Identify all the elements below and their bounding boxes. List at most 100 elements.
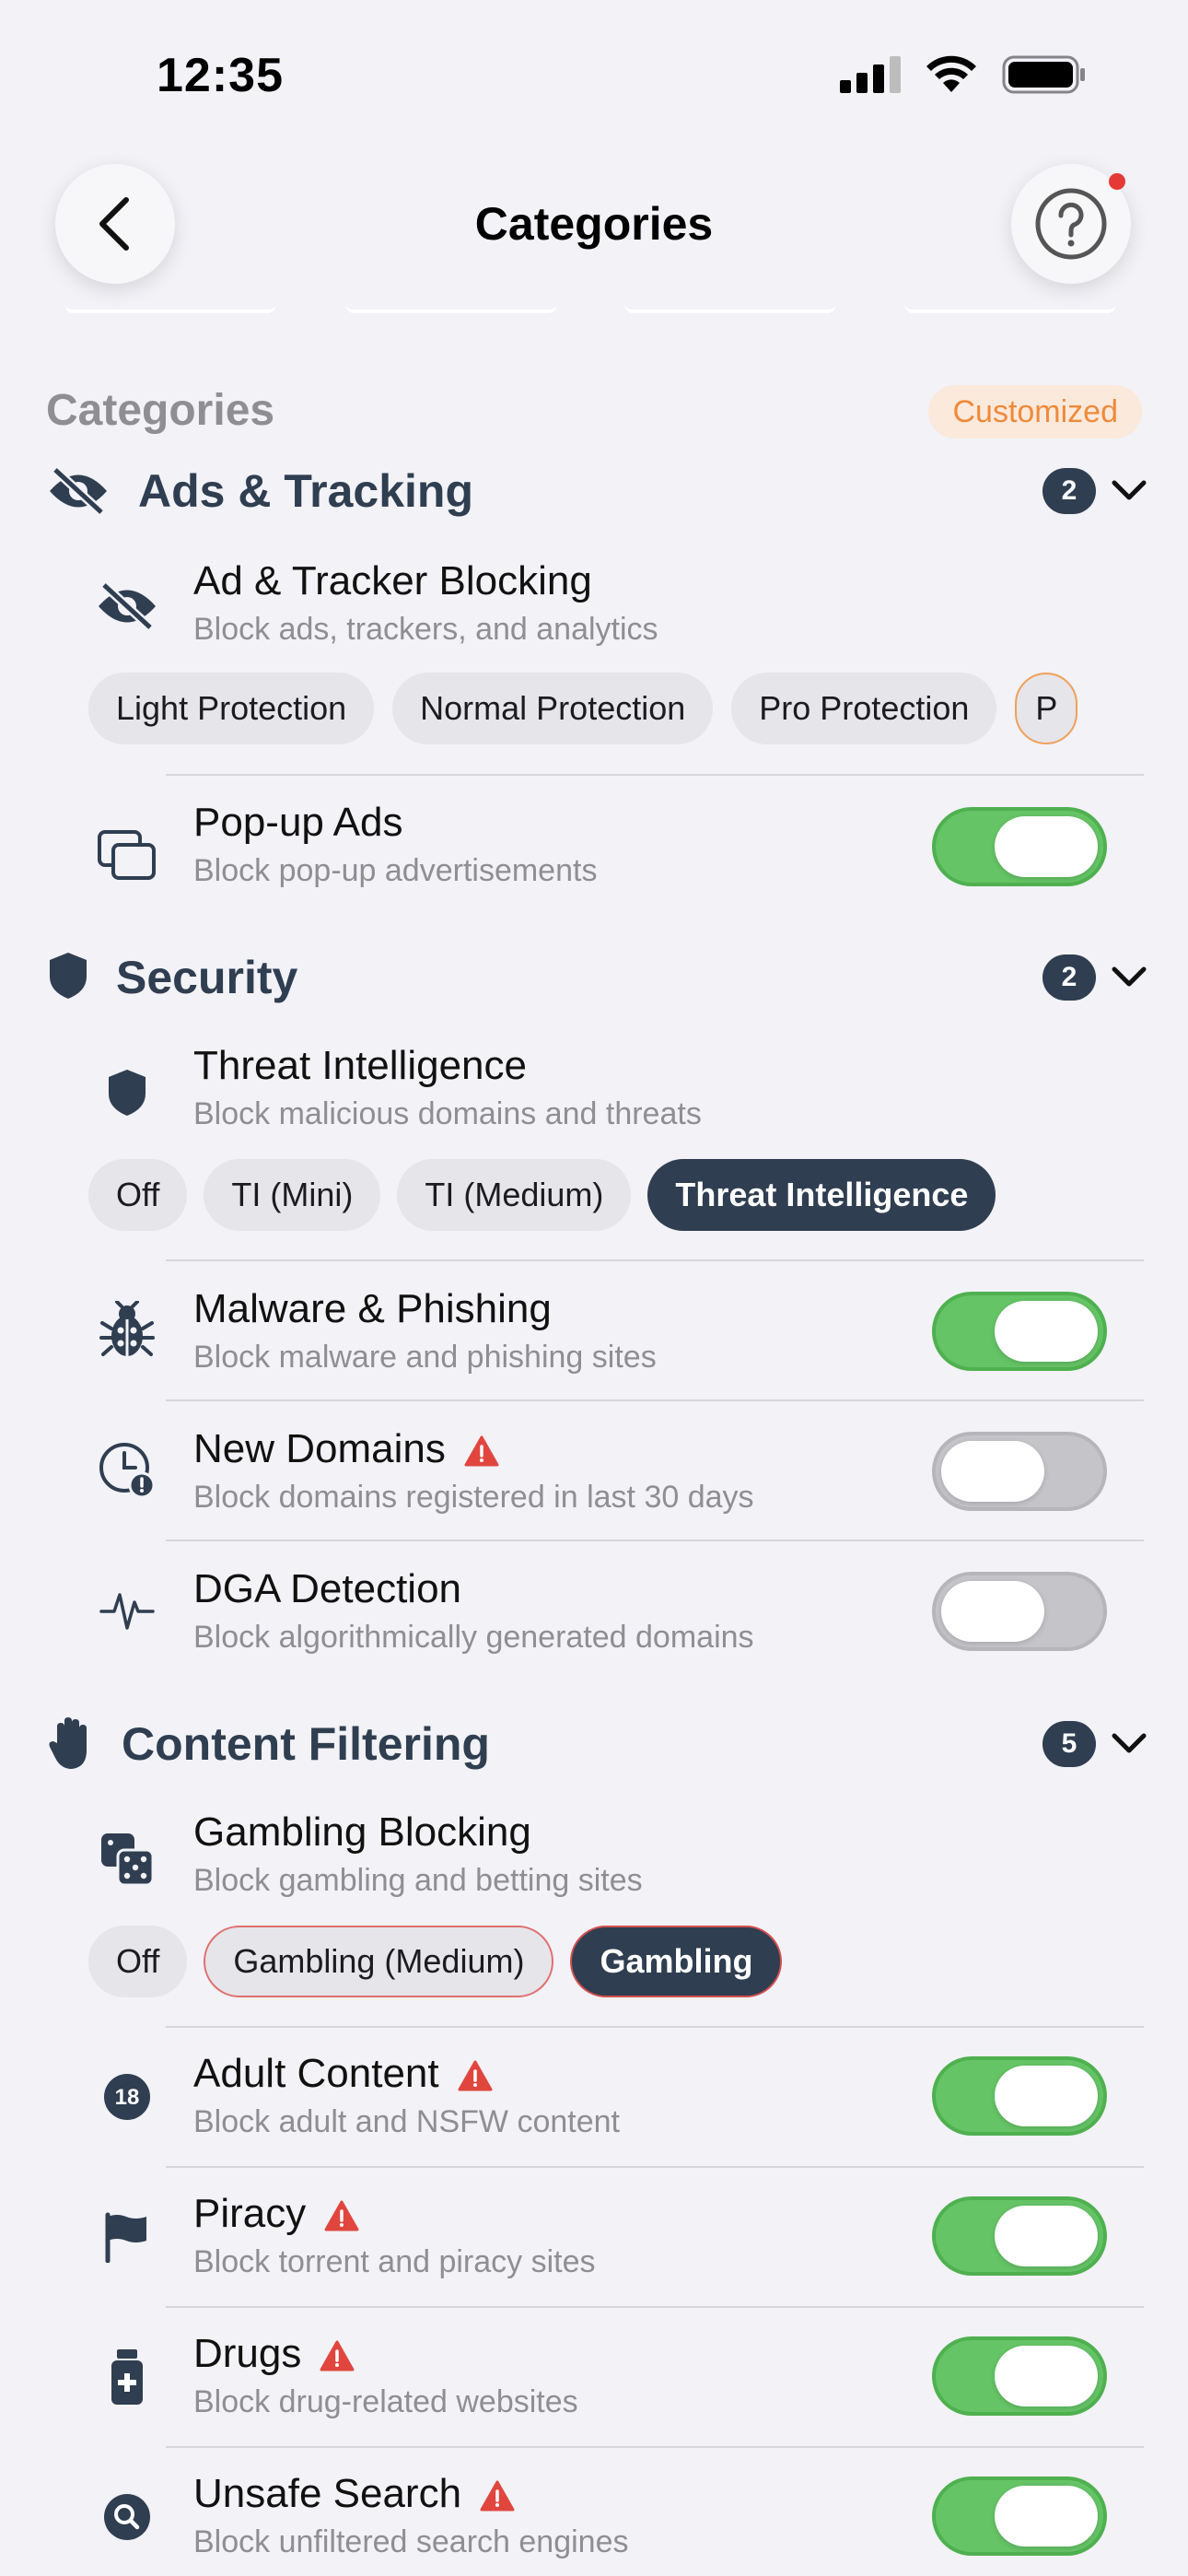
help-button[interactable] [1011, 164, 1131, 284]
item-name: Unsafe Search [193, 2471, 515, 2517]
item-name: Gambling Blocking [193, 1809, 531, 1855]
section-security[interactable]: Security 2 [0, 940, 1188, 1015]
signal-icon [840, 56, 901, 93]
chevron-down-icon[interactable] [1111, 472, 1147, 509]
item-name: New Domains [193, 1426, 499, 1472]
malware-phishing-row: Malware & Phishing Block malware and phi… [0, 1271, 1188, 1410]
divider [166, 2306, 1144, 2308]
item-name: Threat Intelligence [193, 1043, 527, 1088]
flag-icon [105, 2212, 146, 2263]
divider [166, 2026, 1144, 2028]
search-icon [104, 2494, 150, 2540]
customized-badge: Customized [928, 385, 1142, 439]
waveform-icon [99, 1593, 155, 1630]
status-bar: 12:35 [0, 0, 1188, 157]
item-name: Malware & Phishing [193, 1286, 552, 1331]
drugs-toggle[interactable] [932, 2336, 1107, 2416]
section-title: Content Filtering [122, 1718, 490, 1770]
shield-icon [50, 953, 87, 999]
warning-icon [480, 2480, 515, 2512]
drugs-row: Drugs Block drug-related websites [0, 2318, 1188, 2456]
dice-icon [101, 1833, 155, 1887]
chip-ti-medium[interactable]: TI (Medium) [397, 1159, 632, 1231]
bug-icon [99, 1301, 155, 1356]
adult-content-toggle[interactable] [932, 2056, 1107, 2136]
chip-normal-protection[interactable]: Normal Protection [392, 673, 714, 744]
item-description: Block unfiltered search engines [193, 2524, 629, 2559]
chip-light-protection[interactable]: Light Protection [88, 673, 375, 744]
item-name: DGA Detection [193, 1566, 462, 1611]
chip-threat-intelligence[interactable]: Threat Intelligence [647, 1159, 996, 1231]
divider [166, 774, 1144, 776]
divider [166, 2166, 1144, 2168]
threat-intelligence-row: Threat Intelligence Block malicious doma… [0, 1037, 1188, 1148]
item-description: Block ads, trackers, and analytics [193, 612, 658, 647]
hand-raised-icon [49, 1717, 87, 1769]
section-title: Security [116, 952, 298, 1003]
chip-ti-mini[interactable]: TI (Mini) [204, 1159, 381, 1231]
warning-icon [324, 2200, 359, 2231]
windows-stack-icon [98, 830, 156, 880]
malware-phishing-toggle[interactable] [932, 1292, 1107, 1371]
eye-slash-icon [99, 581, 156, 631]
item-description: Block drug-related websites [193, 2384, 578, 2419]
section-ads-tracking[interactable]: Ads & Tracking 2 [0, 453, 1188, 529]
divider [166, 1540, 1144, 1541]
battery-icon [1002, 55, 1085, 94]
chip-off[interactable]: Off [88, 1159, 188, 1231]
wifi-icon [926, 55, 976, 92]
adult-content-row: 18 Adult Content Block adult and NSFW co… [0, 2038, 1188, 2176]
item-description: Block gambling and betting sites [193, 1863, 643, 1898]
question-circle-icon [1035, 188, 1107, 260]
count-badge: 2 [1042, 954, 1096, 1001]
item-name: Adult Content [193, 2051, 493, 2097]
item-name: Pop-up Ads [193, 800, 403, 845]
chip-gambling-medium[interactable]: Gambling (Medium) [204, 1926, 554, 1997]
new-domains-toggle[interactable] [932, 1432, 1107, 1511]
medicine-bottle-icon [111, 2349, 143, 2405]
eye-slash-icon [50, 466, 107, 516]
page-title: Categories [474, 198, 714, 250]
new-domains-row: New Domains Block domains registered in … [0, 1411, 1188, 1550]
item-description: Block malware and phishing sites [193, 1340, 657, 1375]
divider [166, 1399, 1144, 1401]
section-title: Ads & Tracking [138, 465, 473, 517]
shield-icon [109, 1070, 146, 1116]
piracy-toggle[interactable] [932, 2196, 1107, 2276]
popup-ads-row: Pop-up Ads Block pop-up advertisements [0, 792, 1188, 931]
notification-dot [1109, 173, 1125, 190]
gambling-blocking-row: Gambling Blocking Block gambling and bet… [0, 1804, 1188, 1914]
divider [166, 1259, 1144, 1261]
ad-protection-chips: Light Protection Normal Protection Pro P… [88, 673, 1098, 746]
warning-icon [464, 1435, 499, 1467]
item-description: Block adult and NSFW content [193, 2104, 621, 2139]
item-name: Piracy [193, 2191, 359, 2237]
tab-strip-hint [0, 304, 1188, 315]
item-description: Block pop-up advertisements [193, 853, 598, 888]
svg-text:18: 18 [115, 2085, 140, 2110]
unsafe-search-toggle[interactable] [932, 2476, 1107, 2556]
warning-icon [320, 2340, 355, 2371]
divider [166, 2446, 1144, 2448]
item-description: Block domains registered in last 30 days [193, 1480, 754, 1515]
warning-icon [458, 2060, 493, 2091]
chevron-down-icon[interactable] [1111, 1725, 1147, 1762]
item-name: Ad & Tracker Blocking [193, 558, 592, 603]
count-badge: 2 [1042, 468, 1096, 514]
item-name: Drugs [193, 2331, 355, 2377]
categories-label: Categories [46, 386, 275, 435]
section-content-filtering[interactable]: Content Filtering 5 [0, 1706, 1188, 1782]
chip-pro-protection[interactable]: Pro Protection [731, 673, 997, 744]
gambling-level-chips: Off Gambling (Medium) Gambling [88, 1926, 783, 1997]
chevron-down-icon[interactable] [1111, 958, 1147, 995]
chip-off[interactable]: Off [88, 1926, 188, 1997]
item-description: Block algorithmically generated domains [193, 1620, 754, 1655]
dga-detection-toggle[interactable] [932, 1572, 1107, 1651]
clock-alert-icon [99, 1443, 156, 1499]
chip-partial-option[interactable]: P [1015, 673, 1078, 744]
unsafe-search-row: Unsafe Search Block unfiltered search en… [0, 2458, 1188, 2576]
chip-gambling[interactable]: Gambling [570, 1926, 783, 1997]
piracy-row: Piracy Block torrent and piracy sites [0, 2178, 1188, 2316]
popup-ads-toggle[interactable] [932, 807, 1107, 886]
dga-detection-row: DGA Detection Block algorithmically gene… [0, 1551, 1188, 1690]
